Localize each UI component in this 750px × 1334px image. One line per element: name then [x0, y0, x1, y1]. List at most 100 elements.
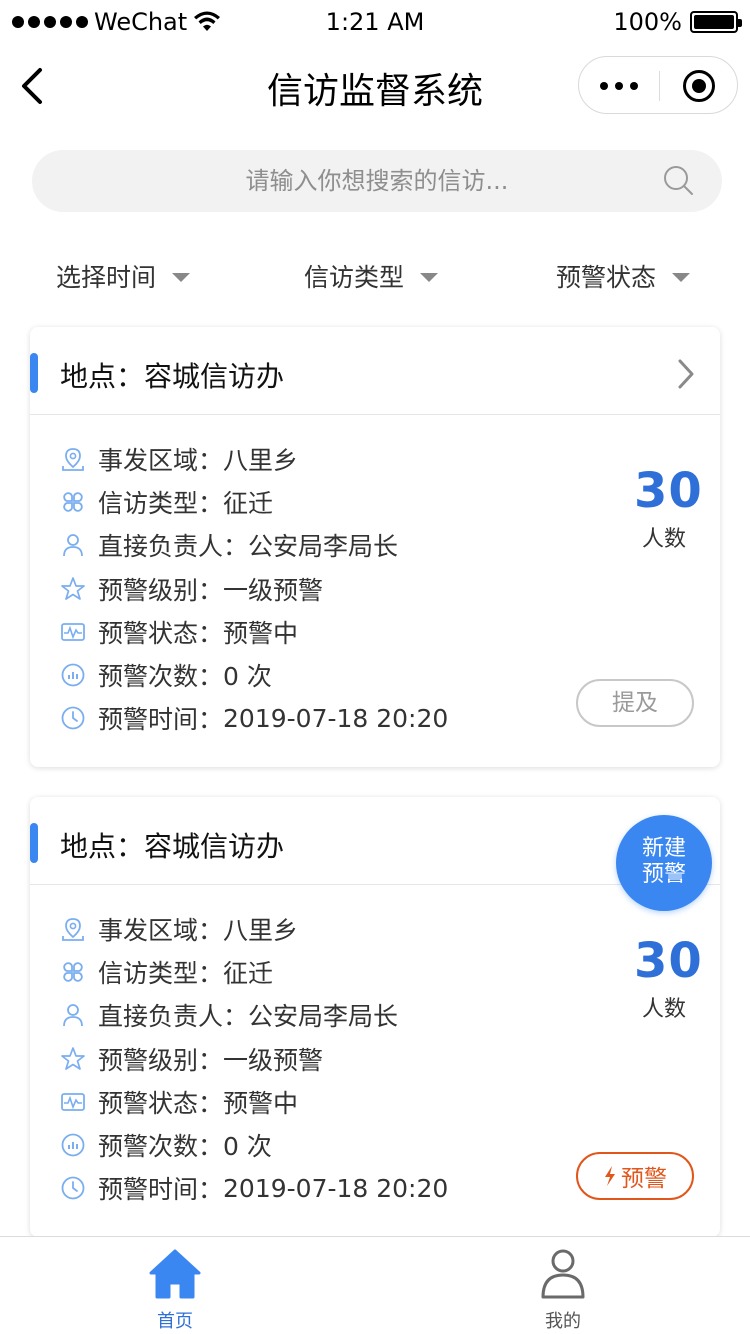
info-label: 信访类型： — [98, 958, 224, 988]
info-label: 预警级别： — [98, 1045, 224, 1075]
info-row: 预警时间： 2019-07-18 20:20 — [60, 1167, 448, 1210]
people-count: 30 人数 — [634, 463, 703, 553]
more-options-icon[interactable] — [579, 57, 659, 115]
new-warning-line1: 新建 — [641, 836, 686, 861]
info-row: 直接负责人： 公安局李局长 — [60, 994, 448, 1037]
clock-icon — [60, 1175, 86, 1201]
petition-card[interactable]: 地点：容城信访办 事发区域： 八里乡 信访类型： 征迁 直接负责人： 公安局李局长 预警级别… — [30, 327, 720, 767]
info-value: 八里乡 — [223, 445, 299, 475]
info-label: 预警次数： — [98, 662, 224, 692]
info-row: 事发区域： 八里乡 — [60, 907, 448, 950]
card-location: 地点：容城信访办 — [60, 360, 285, 393]
filter-select-time[interactable]: 选择时间 — [56, 258, 191, 294]
warning-button-label: 预警 — [621, 1166, 667, 1192]
info-label: 信访类型： — [98, 488, 224, 518]
count-chart-icon — [60, 1132, 86, 1158]
info-row: 事发区域： 八里乡 — [60, 437, 448, 480]
filter-status-label: 预警状态 — [556, 263, 657, 292]
filter-type-label: 信访类型 — [304, 263, 405, 292]
tab-mine-label: 我的 — [545, 1311, 581, 1332]
status-bar: WeChat 1:21 AM 100% — [0, 0, 750, 44]
info-value: 一级预警 — [223, 575, 324, 605]
filter-petition-type[interactable]: 信访类型 — [304, 258, 439, 294]
close-program-icon[interactable] — [683, 70, 715, 102]
info-row: 预警级别： 一级预警 — [60, 1037, 448, 1080]
info-value: 2019-07-18 20:20 — [223, 1173, 449, 1203]
caret-down-icon — [672, 272, 691, 282]
info-row: 预警时间： 2019-07-18 20:20 — [60, 697, 448, 740]
category-icon — [60, 959, 86, 985]
search-bar — [32, 150, 722, 212]
card-location: 地点：容城信访办 — [60, 830, 285, 863]
info-value: 预警中 — [223, 618, 299, 648]
tab-mine[interactable]: 我的 — [503, 1245, 623, 1333]
warning-button[interactable]: 预警 — [576, 1152, 694, 1200]
caret-down-icon — [420, 272, 439, 282]
info-list: 事发区域： 八里乡 信访类型： 征迁 直接负责人： 公安局李局长 预警级别： 一级预警 预警状态… — [60, 907, 448, 1210]
battery-group: 100% — [613, 8, 742, 36]
people-count-label: 人数 — [641, 527, 686, 552]
info-value: 预警中 — [223, 1088, 299, 1118]
pulse-icon — [60, 1089, 86, 1115]
info-row: 预警状态： 预警中 — [60, 1080, 448, 1123]
info-label: 直接负责人： — [98, 1002, 249, 1032]
home-icon — [149, 1249, 201, 1299]
info-label: 直接负责人： — [98, 532, 249, 562]
card-accent-bar — [30, 353, 38, 393]
filter-time-label: 选择时间 — [56, 263, 157, 292]
info-row: 预警次数： 0 次 — [60, 653, 448, 696]
tab-bar: 首页 我的 — [0, 1236, 750, 1334]
tab-home[interactable]: 首页 — [115, 1245, 235, 1333]
info-value: 公安局李局长 — [248, 532, 399, 562]
people-count-label: 人数 — [641, 997, 686, 1022]
location-pin-icon — [60, 916, 86, 942]
person-icon — [60, 1002, 86, 1028]
info-row: 预警状态： 预警中 — [60, 610, 448, 653]
user-icon — [541, 1249, 585, 1299]
new-warning-button[interactable]: 新建 预警 — [616, 815, 712, 911]
mention-button[interactable]: 提及 — [576, 679, 694, 727]
battery-icon — [690, 11, 742, 33]
info-label: 事发区域： — [98, 915, 224, 945]
clock-icon — [60, 705, 86, 731]
filter-bar: 选择时间 信访类型 预警状态 — [0, 248, 750, 304]
star-icon — [60, 1046, 86, 1072]
info-label: 预警时间： — [98, 705, 224, 735]
capsule-divider — [659, 71, 660, 101]
info-value: 0 次 — [223, 1132, 272, 1162]
search-input[interactable] — [32, 150, 722, 212]
people-count: 30 人数 — [634, 933, 703, 1023]
info-value: 公安局李局长 — [248, 1002, 399, 1032]
star-icon — [60, 576, 86, 602]
people-count-number: 30 — [634, 933, 703, 989]
location-pin-icon — [60, 446, 86, 472]
info-value: 征迁 — [223, 958, 274, 988]
mini-program-capsule — [578, 56, 738, 114]
battery-percent: 100% — [613, 8, 682, 36]
chevron-right-icon[interactable] — [674, 357, 698, 391]
search-icon[interactable] — [662, 164, 694, 196]
info-value: 征迁 — [223, 488, 274, 518]
pulse-icon — [60, 619, 86, 645]
info-row: 预警次数： 0 次 — [60, 1123, 448, 1166]
info-row: 预警级别： 一级预警 — [60, 567, 448, 610]
new-warning-line2: 预警 — [641, 862, 686, 887]
info-row: 信访类型： 征迁 — [60, 480, 448, 523]
info-label: 预警状态： — [98, 1088, 224, 1118]
card-accent-bar — [30, 823, 38, 863]
info-label: 事发区域： — [98, 445, 224, 475]
info-list: 事发区域： 八里乡 信访类型： 征迁 直接负责人： 公安局李局长 预警级别： 一级预警 预警状态… — [60, 437, 448, 740]
info-value: 一级预警 — [223, 1045, 324, 1075]
info-row: 直接负责人： 公安局李局长 — [60, 524, 448, 567]
info-label: 预警级别： — [98, 575, 224, 605]
count-chart-icon — [60, 662, 86, 688]
info-value: 2019-07-18 20:20 — [223, 703, 449, 733]
people-count-number: 30 — [634, 463, 703, 519]
lightning-icon — [605, 1166, 615, 1186]
info-label: 预警状态： — [98, 618, 224, 648]
info-value: 八里乡 — [223, 915, 299, 945]
info-row: 信访类型： 征迁 — [60, 950, 448, 993]
navigation-bar: 信访监督系统 — [0, 44, 750, 128]
info-label: 预警时间： — [98, 1175, 224, 1205]
filter-warning-status[interactable]: 预警状态 — [556, 258, 691, 294]
